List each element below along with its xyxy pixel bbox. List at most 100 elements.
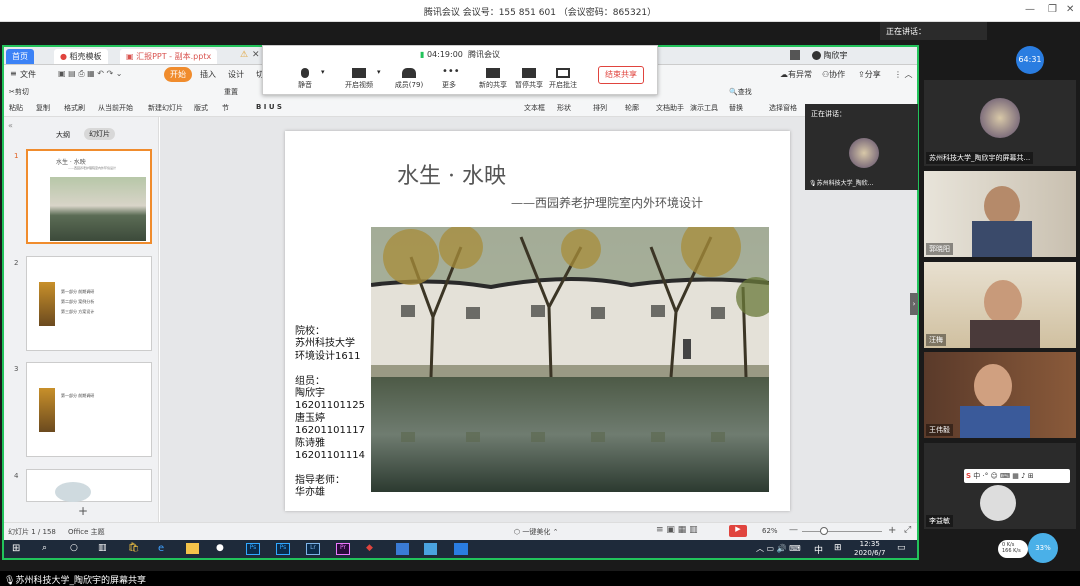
menu-hamburger-icon[interactable]: ≡ bbox=[10, 69, 17, 78]
new-slide-button[interactable]: 新建幻灯片 bbox=[148, 103, 183, 113]
tencent-meeting-icon[interactable] bbox=[454, 543, 468, 555]
fit-window-icon[interactable]: ⤢ bbox=[904, 525, 911, 535]
tab-home[interactable]: 首页 bbox=[6, 49, 34, 64]
participant-video bbox=[974, 364, 1012, 408]
annotate-icon bbox=[556, 68, 570, 78]
windows-start-icon[interactable]: ⊞ bbox=[12, 543, 20, 554]
grid-icon[interactable]: ⊞ bbox=[834, 543, 842, 553]
expand-panel-arrow-icon[interactable]: › bbox=[910, 293, 918, 315]
menu-design[interactable]: 设计 bbox=[228, 69, 244, 80]
copy-button[interactable]: 复制 bbox=[36, 103, 50, 113]
network-speed-widget[interactable]: 0 K/s 166 K/s bbox=[998, 540, 1028, 558]
play-slideshow-button[interactable]: ▶ bbox=[729, 525, 747, 537]
participant-tile-2[interactable]: 郭晓阳 bbox=[924, 171, 1076, 257]
lightroom-icon[interactable]: Lr bbox=[306, 543, 320, 555]
slide-info-line: 陈诗雅 bbox=[295, 437, 325, 449]
zoom-out-icon[interactable]: — bbox=[789, 525, 798, 535]
tab-docer[interactable]: ● 稻壳模板 bbox=[54, 49, 108, 64]
window-icon[interactable] bbox=[790, 50, 800, 60]
arrange-button[interactable]: 排列 bbox=[593, 103, 607, 113]
close-icon[interactable]: ✕ bbox=[1066, 4, 1074, 15]
members-button[interactable]: 成员(79) bbox=[389, 68, 429, 90]
outline-button[interactable]: 轮廓 bbox=[625, 103, 639, 113]
add-slide-icon[interactable]: + bbox=[78, 504, 88, 518]
menu-issue[interactable]: ☁有异常 bbox=[780, 69, 812, 80]
zoom-slider[interactable] bbox=[802, 531, 882, 532]
ime-toolbar[interactable]: S 中 ·° ☺ ⌨ ▦ ♪ ⊞ bbox=[964, 469, 1070, 483]
doc-assistant-button[interactable]: 文档助手 bbox=[656, 103, 684, 113]
quick-access-icons[interactable]: ▣ ▤ ⎙ ▦ ↶ ↷ ⌄ bbox=[58, 69, 122, 79]
more-button[interactable]: ••• 更多 bbox=[429, 67, 469, 90]
textbox-button[interactable]: 文本框 bbox=[524, 103, 545, 113]
zoom-slider-handle[interactable] bbox=[820, 527, 828, 535]
section-button[interactable]: 节 bbox=[222, 103, 229, 113]
edge-icon[interactable]: e bbox=[158, 543, 164, 554]
font-style-buttons[interactable]: B I U S bbox=[256, 103, 282, 111]
more-icon[interactable]: ⋮ ︿ bbox=[894, 69, 913, 80]
slide-thumb-4[interactable] bbox=[26, 469, 152, 502]
participant-name: 汪梅 bbox=[926, 334, 946, 346]
wps-user[interactable]: 陶欣宇 bbox=[812, 50, 848, 61]
new-share-button[interactable]: 新的共享 bbox=[473, 68, 513, 90]
format-painter-button[interactable]: 格式刷 bbox=[64, 103, 85, 113]
view-mode-icons[interactable]: ≡ ▣ ▦ ▥ bbox=[656, 525, 698, 535]
zoom-in-icon[interactable]: + bbox=[888, 525, 896, 536]
ime-indicator[interactable]: 中 bbox=[814, 543, 823, 556]
slide-thumb-1[interactable]: 水生 · 水映 ——西园养老护理院室内外环境设计 bbox=[26, 149, 152, 244]
replace-button[interactable]: 替换 bbox=[729, 103, 743, 113]
presentation-tools-button[interactable]: 演示工具 bbox=[690, 103, 718, 113]
slide-thumb-3[interactable]: 第一部分 前期调研 bbox=[26, 362, 152, 457]
clock[interactable]: 12:35 2020/6/7 bbox=[854, 540, 885, 558]
paste-button[interactable]: 粘贴 bbox=[9, 103, 23, 113]
app-icon[interactable] bbox=[396, 543, 409, 555]
minimize-icon[interactable]: — bbox=[1025, 4, 1035, 15]
beautify-button[interactable]: ⬡ 一键美化 ⌃ bbox=[514, 527, 558, 537]
premiere-icon[interactable]: Pr bbox=[336, 543, 350, 555]
start-video-button[interactable]: 开启视频 bbox=[339, 68, 379, 90]
wps-app-icon[interactable]: ◆ bbox=[366, 543, 373, 553]
photos-icon[interactable] bbox=[424, 543, 437, 555]
cut-button[interactable]: ✂剪切 bbox=[9, 87, 29, 97]
shape-button[interactable]: 形状 bbox=[557, 103, 571, 113]
search-icon[interactable]: ⌕ bbox=[42, 543, 47, 553]
menu-file[interactable]: 文件 bbox=[20, 69, 36, 80]
close-tab-icon[interactable]: ✕ bbox=[252, 50, 260, 60]
participant-tile-1[interactable]: 苏州科技大学_陶欣宇的屏幕共... bbox=[924, 80, 1076, 166]
maximize-icon[interactable]: ❐ bbox=[1048, 4, 1057, 15]
windows-taskbar: ⊞ ⌕ ○ ▥ 🛍 e ● Ps Ps Lr Pr ◆ ︿ ▭ 🔊 ⌨ 中 ⊞ … bbox=[4, 540, 917, 558]
find-button[interactable]: 🔍查找 bbox=[729, 87, 752, 97]
tab-outline[interactable]: 大纲 bbox=[56, 130, 70, 140]
menu-collab[interactable]: ⚇协作 bbox=[822, 69, 845, 80]
current-slide[interactable]: 水生 · 水映 ——西园养老护理院室内外环境设计 院校： 苏州科技大学 环境设计16… bbox=[285, 131, 790, 511]
menu-home[interactable]: 开始 bbox=[164, 67, 192, 82]
photoshop-icon[interactable]: Ps bbox=[246, 543, 260, 555]
store-icon[interactable]: 🛍 bbox=[128, 543, 139, 553]
task-view-icon[interactable]: ▥ bbox=[98, 543, 107, 553]
annotate-button[interactable]: 开启批注 bbox=[543, 68, 583, 90]
mute-button[interactable]: 静音 bbox=[285, 68, 325, 90]
notification-icon[interactable]: ▭ bbox=[897, 543, 906, 553]
stop-share-button[interactable]: 结束共享 bbox=[598, 66, 644, 84]
slide-thumb-2[interactable]: 第一部分 前期调研 第二部分 案例分析 第三部分 方案设计 bbox=[26, 256, 152, 351]
participant-tile-3[interactable]: 汪梅 bbox=[924, 262, 1076, 348]
tab-slides[interactable]: 幻灯片 bbox=[84, 128, 115, 140]
mute-options-chevron-icon[interactable]: ▾ bbox=[321, 68, 325, 76]
layout-button[interactable]: 版式 bbox=[194, 103, 208, 113]
explorer-icon[interactable] bbox=[186, 543, 199, 554]
video-options-chevron-icon[interactable]: ▾ bbox=[377, 68, 381, 76]
assistant-bubble-icon[interactable]: 33% bbox=[1028, 533, 1058, 563]
reset-button[interactable]: 重置 bbox=[224, 87, 238, 97]
participant-tile-4[interactable]: 王伟毅 bbox=[924, 352, 1076, 438]
penguin-icon[interactable]: ● bbox=[216, 543, 224, 553]
play-from-current-button[interactable]: 从当前开始 bbox=[98, 103, 133, 113]
collapse-panel-icon[interactable]: « bbox=[8, 121, 13, 130]
participant-tile-5[interactable]: S 中 ·° ☺ ⌨ ▦ ♪ ⊞ 李益敏 bbox=[924, 443, 1076, 529]
menu-share[interactable]: ⇪分享 bbox=[858, 69, 881, 80]
cortana-icon[interactable]: ○ bbox=[70, 543, 78, 553]
tray-icons[interactable]: ︿ ▭ 🔊 ⌨ bbox=[756, 543, 801, 554]
menu-insert[interactable]: 插入 bbox=[200, 69, 216, 80]
tab-ppt-file[interactable]: ▣ 汇报PPT - 副本.pptx bbox=[120, 49, 218, 64]
selection-pane-button[interactable]: 选择窗格 bbox=[769, 103, 797, 113]
photoshop-icon-2[interactable]: Ps bbox=[276, 543, 290, 555]
window-titlebar: 腾讯会议 会议号：155 851 601 （会议密码：865321） — ❐ ✕ bbox=[0, 0, 1080, 22]
